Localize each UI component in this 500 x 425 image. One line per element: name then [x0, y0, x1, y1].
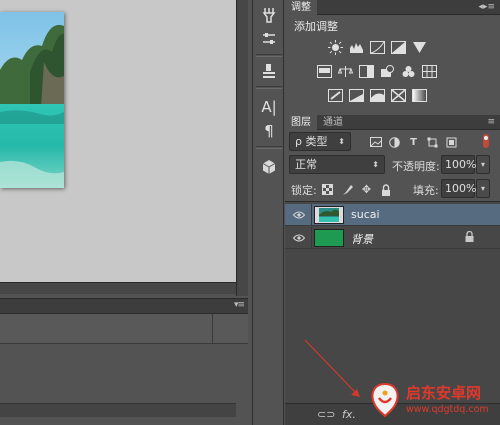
layers-panel: 图层 通道 ≡ ρ 类型 ⬍ T 正常 ⬍ 不透明度: 100% ▾ 锁定: ✥…	[285, 115, 500, 425]
lock-label: 锁定:	[291, 184, 317, 197]
watermark: 启东安卓网 www.qdgtdq.com	[366, 380, 500, 422]
invert-icon[interactable]	[327, 88, 344, 103]
adjustment-icons-row-1	[327, 40, 428, 55]
brightness-contrast-icon[interactable]	[327, 40, 344, 55]
fill-input[interactable]: 100%	[441, 179, 476, 198]
canvas-area[interactable]	[0, 0, 236, 282]
shape-filter-icon[interactable]	[426, 136, 439, 148]
filter-toggle-icon[interactable]	[479, 133, 493, 149]
watermark-logo-icon	[371, 382, 399, 418]
channel-mixer-icon[interactable]	[400, 64, 417, 79]
horizontal-scrollbar[interactable]	[0, 282, 236, 294]
opacity-input[interactable]: 100%	[441, 155, 476, 174]
strip-divider	[256, 54, 282, 57]
layer-thumbnail	[314, 229, 344, 247]
character-icon[interactable]: A|	[257, 96, 281, 118]
search-icon: ρ	[295, 135, 302, 148]
divider	[311, 227, 312, 249]
panel-menu-icon[interactable]: ≡	[487, 115, 495, 130]
bottom-panel-scrollbar[interactable]	[0, 403, 236, 417]
layer-filter-select[interactable]: ρ 类型 ⬍	[289, 132, 351, 151]
tab-channels[interactable]: 通道	[317, 115, 349, 130]
link-icon[interactable]: ⊂⊃	[317, 408, 335, 421]
divider	[311, 204, 312, 226]
smart-object-filter-icon[interactable]	[445, 136, 458, 148]
color-lookup-icon[interactable]	[421, 64, 438, 79]
paragraph-icon[interactable]: ¶	[257, 120, 281, 142]
adjustments-panel: 调整 ◂▸≡ 添加调整	[285, 0, 500, 110]
opacity-dropdown-icon[interactable]: ▾	[476, 155, 490, 174]
layer-name[interactable]: 背景	[351, 231, 373, 247]
pixel-filter-icon[interactable]	[369, 136, 382, 148]
fill-label: 填充:	[413, 184, 439, 197]
fill-dropdown-icon[interactable]: ▾	[476, 179, 490, 198]
layer-name[interactable]: sucai	[351, 208, 380, 221]
tab-adjustments[interactable]: 调整	[285, 0, 317, 15]
gradient-map-icon[interactable]	[411, 88, 428, 103]
blend-mode-select[interactable]: 正常 ⬍	[289, 155, 385, 174]
layer-thumbnail	[314, 206, 344, 224]
selective-color-icon[interactable]	[390, 88, 407, 103]
threshold-icon[interactable]	[369, 88, 386, 103]
layer-filter-label: 类型	[305, 135, 328, 148]
lock-all-icon[interactable]	[379, 183, 392, 196]
strip-divider	[256, 86, 282, 89]
opacity-label: 不透明度:	[392, 160, 440, 173]
panel-menu-icon[interactable]: ▾≡	[234, 300, 245, 310]
adjustment-filter-icon[interactable]	[388, 136, 401, 148]
posterize-icon[interactable]	[348, 88, 365, 103]
bottom-panel-divider	[212, 314, 213, 344]
photoshop-window: ▾≡ A| ¶ 调整 ◂▸≡ 添加调整 图层 通道 ≡ ρ 类型 ⬍ T 正常 …	[0, 0, 500, 425]
levels-icon[interactable]	[348, 40, 365, 55]
bottom-panel-header: ▾≡	[0, 299, 248, 314]
vertical-scrollbar[interactable]	[236, 0, 248, 296]
adjustment-icons-row-3	[327, 88, 428, 103]
color-balance-icon[interactable]	[337, 64, 354, 79]
fx-icon[interactable]: fx.	[342, 408, 356, 421]
black-white-icon[interactable]	[358, 64, 375, 79]
document-image[interactable]	[0, 12, 64, 188]
landscape-thumbnail-icon	[315, 207, 343, 223]
landscape-photo	[0, 12, 64, 188]
lock-position-icon[interactable]: ✥	[360, 183, 373, 196]
bottom-panel-row	[0, 314, 248, 344]
layer-row-background[interactable]: 背景	[285, 227, 500, 249]
watermark-url: www.qdgtdq.com	[406, 404, 489, 415]
select-arrow-icon: ⬍	[372, 160, 379, 169]
curves-icon[interactable]	[369, 40, 386, 55]
panel-icon-strip: A| ¶	[252, 0, 284, 425]
3d-cube-icon[interactable]	[257, 156, 281, 178]
add-adjustment-title: 添加调整	[294, 20, 338, 33]
hue-saturation-icon[interactable]	[316, 64, 333, 79]
lock-image-pixels-icon[interactable]	[341, 183, 354, 196]
vibrance-icon[interactable]	[411, 40, 428, 55]
adjustments-tabbar: 调整 ◂▸≡	[285, 0, 500, 15]
photo-filter-icon[interactable]	[379, 64, 396, 79]
lock-transparent-pixels-icon[interactable]	[321, 183, 334, 196]
lock-icon[interactable]	[465, 230, 474, 245]
clone-source-icon[interactable]	[257, 60, 281, 82]
tab-layers[interactable]: 图层	[285, 115, 317, 130]
adjustment-icons-row-2	[316, 64, 438, 79]
eye-icon[interactable]	[293, 209, 305, 221]
history-brush-icon[interactable]	[257, 4, 281, 26]
layers-tabbar: 图层 通道 ≡	[285, 115, 500, 130]
exposure-icon[interactable]	[390, 40, 407, 55]
type-filter-icon[interactable]: T	[407, 136, 420, 148]
blend-mode-value: 正常	[295, 158, 317, 171]
adjust-sliders-icon[interactable]	[257, 28, 281, 50]
panel-menu-icon[interactable]: ◂▸≡	[478, 0, 495, 15]
watermark-brand: 启东安卓网	[406, 384, 482, 402]
layer-row-sucai[interactable]: sucai	[285, 204, 500, 226]
select-arrow-icon: ⬍	[338, 137, 345, 146]
strip-divider	[256, 146, 282, 149]
bottom-panel: ▾≡	[0, 298, 248, 425]
eye-icon[interactable]	[293, 232, 305, 244]
